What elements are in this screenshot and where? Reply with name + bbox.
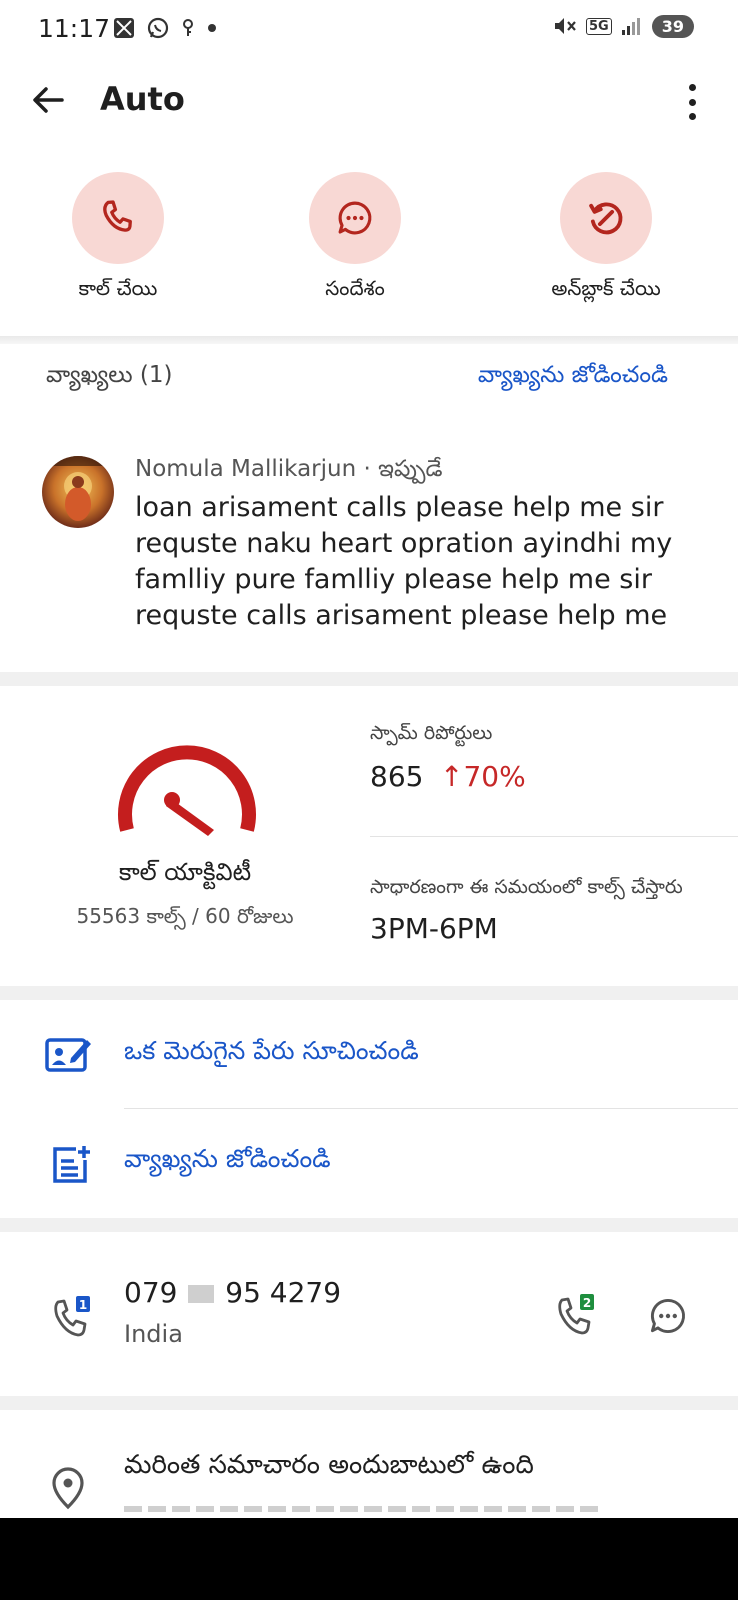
- status-system-icons: 5G 39: [552, 14, 694, 38]
- spam-reports-label: స్పామ్ రిపోర్టులు: [370, 722, 493, 744]
- chat-bubble-icon: [650, 1298, 685, 1333]
- more-info-title[interactable]: మరింత సమాచారం అందుబాటులో ఉంది: [124, 1450, 534, 1486]
- comments-header: వ్యాఖ్యలు (1): [46, 362, 173, 388]
- add-comment-option[interactable]: వ్యాఖ్యను జోడించండి: [124, 1144, 331, 1180]
- redacted-digits: [188, 1285, 215, 1303]
- edit-card-icon: [45, 1038, 91, 1072]
- sim1-badge: 1: [79, 1298, 87, 1312]
- network-type-label: 5G: [586, 17, 612, 35]
- more-info-subtitle-clipped: [124, 1494, 604, 1514]
- chat-bubble-icon: [338, 201, 372, 235]
- battery-indicator: 39: [651, 14, 694, 38]
- phone-icon: [103, 200, 132, 232]
- more-options-button[interactable]: [674, 80, 710, 124]
- system-navigation-bar: [0, 1518, 738, 1600]
- key-icon: [183, 19, 193, 36]
- unblock-action[interactable]: అన్‌బ్లాక్ చేయి: [506, 172, 706, 305]
- phone-country: India: [124, 1320, 183, 1348]
- page-title: Auto: [100, 80, 185, 118]
- back-button[interactable]: [28, 80, 68, 120]
- suggest-name-row[interactable]: ఒక మెరుగైన పేరు సూచించండి: [0, 1014, 738, 1100]
- call-action-label: కాల్ చేయి: [78, 276, 158, 300]
- phone-sim2-icon: 2: [558, 1294, 594, 1335]
- deity-image-icon: [42, 456, 114, 521]
- phone-number-prefix: 079: [124, 1276, 178, 1309]
- whatsapp-icon: [147, 17, 169, 39]
- divider: [370, 836, 738, 837]
- action-buttons: కాల్ చేయి సందేశం అన్‌బ్లాక్ చేయి: [0, 172, 738, 312]
- status-time: 11:17: [38, 14, 111, 43]
- section-divider: [0, 1218, 738, 1232]
- unblock-icon: [589, 202, 623, 235]
- arrow-back-icon: [33, 87, 64, 113]
- comment-author: Nomula Mallikarjun · ఇప్పుడే: [135, 456, 443, 482]
- phone-sim1-icon: 1: [54, 1296, 90, 1337]
- call-action-circle[interactable]: [72, 172, 164, 264]
- commenter-avatar: [42, 456, 114, 528]
- section-divider: [0, 986, 738, 1000]
- add-comment-link[interactable]: వ్యాఖ్యను జోడించండి: [478, 362, 668, 394]
- dot-icon: [208, 24, 216, 32]
- message-action[interactable]: సందేశం: [255, 172, 455, 305]
- phone-number-suffix: 95 4279: [225, 1276, 342, 1309]
- call-activity-count: 55563 కాల్స్ / 60 రోజులు: [76, 904, 294, 928]
- spam-reports-change: ↑70%: [440, 760, 526, 793]
- message-action-label: సందేశం: [325, 276, 385, 300]
- status-notification-icons: [112, 16, 218, 40]
- signal-icon: [621, 18, 640, 35]
- section-divider: [0, 336, 738, 344]
- divider: [124, 1108, 738, 1109]
- comment-body: loan arisament calls please help me sir …: [135, 492, 673, 631]
- sim2-badge: 2: [583, 1296, 591, 1310]
- usual-call-time-value: 3PM-6PM: [370, 912, 498, 945]
- call-activity-label: కాల్ యాక్టివిటీ: [118, 858, 252, 886]
- call-action[interactable]: కాల్ చేయి: [18, 172, 218, 305]
- grid-app-icon: [114, 18, 134, 38]
- spam-reports-count: 865: [370, 760, 424, 793]
- message-action-circle[interactable]: [309, 172, 401, 264]
- mute-vibrate-icon: [555, 18, 576, 34]
- status-bar: 11:17 5G 39: [0, 0, 738, 62]
- phone-number-row[interactable]: 1 079 95 4279 India: [0, 1250, 520, 1360]
- more-vert-icon: [688, 84, 696, 91]
- unblock-action-label: అన్‌బ్లాక్ చేయి: [551, 276, 661, 300]
- app-bar: Auto: [0, 62, 738, 140]
- section-divider: [0, 1396, 738, 1410]
- phone-number: 079 95 4279: [124, 1276, 341, 1309]
- suggest-name-link[interactable]: ఒక మెరుగైన పేరు సూచించండి: [124, 1036, 419, 1072]
- add-comment-row[interactable]: వ్యాఖ్యను జోడించండి: [0, 1124, 738, 1208]
- section-divider: [0, 672, 738, 686]
- call-activity-gauge: [118, 745, 256, 836]
- usual-call-time-label: సాధారణంగా ఈ సమయంలో కాల్స్ చేస్తారు: [370, 876, 683, 898]
- call-sim2-button[interactable]: 2: [552, 1294, 604, 1346]
- message-number-button[interactable]: [646, 1294, 694, 1342]
- note-add-icon: [53, 1146, 90, 1183]
- unblock-action-circle[interactable]: [560, 172, 652, 264]
- location-pin-icon: [52, 1467, 84, 1510]
